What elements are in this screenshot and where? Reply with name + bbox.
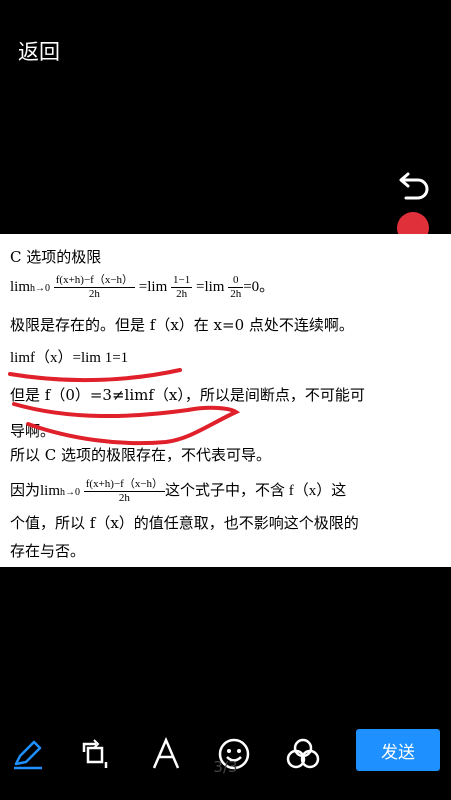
back-button[interactable]: 返回 xyxy=(18,36,60,66)
undo-icon[interactable] xyxy=(398,166,432,200)
doc-line-7: 所以 C 选项的极限存在，不代表可导。 xyxy=(10,446,272,464)
doc-line-3: 极限是存在的。但是 f（x）在 x=0 点处不连续啊。 xyxy=(10,316,354,334)
doc-line-8: 因为limh→0 f(x+h)−f（x−h） 2h 这个式子中，不含 f（x）这 xyxy=(10,478,347,504)
doc-line-10: 存在与否。 xyxy=(10,542,86,560)
doc-line-1: C 选项的极限 xyxy=(10,248,102,266)
doc-line-9: 个值，所以 f（x）的值任意取，也不影响这个极限的 xyxy=(10,514,359,532)
document-image: C 选项的极限 limh→0 f(x+h)−f（x−h） 2h =lim 1−1 2… xyxy=(0,234,451,567)
page-indicator: 3/3 xyxy=(213,758,238,776)
doc-line-4: limf（x）=lim 1=1 xyxy=(10,350,129,366)
doc-line-6: 导啊。 xyxy=(10,422,56,440)
doc-line-5: 但是 f（0）=3≠limf（x），所以是间断点，不可能可 xyxy=(10,386,365,404)
doc-line-2: limh→0 f(x+h)−f（x−h） 2h =lim 1−1 2h =lim 0… xyxy=(10,274,275,300)
